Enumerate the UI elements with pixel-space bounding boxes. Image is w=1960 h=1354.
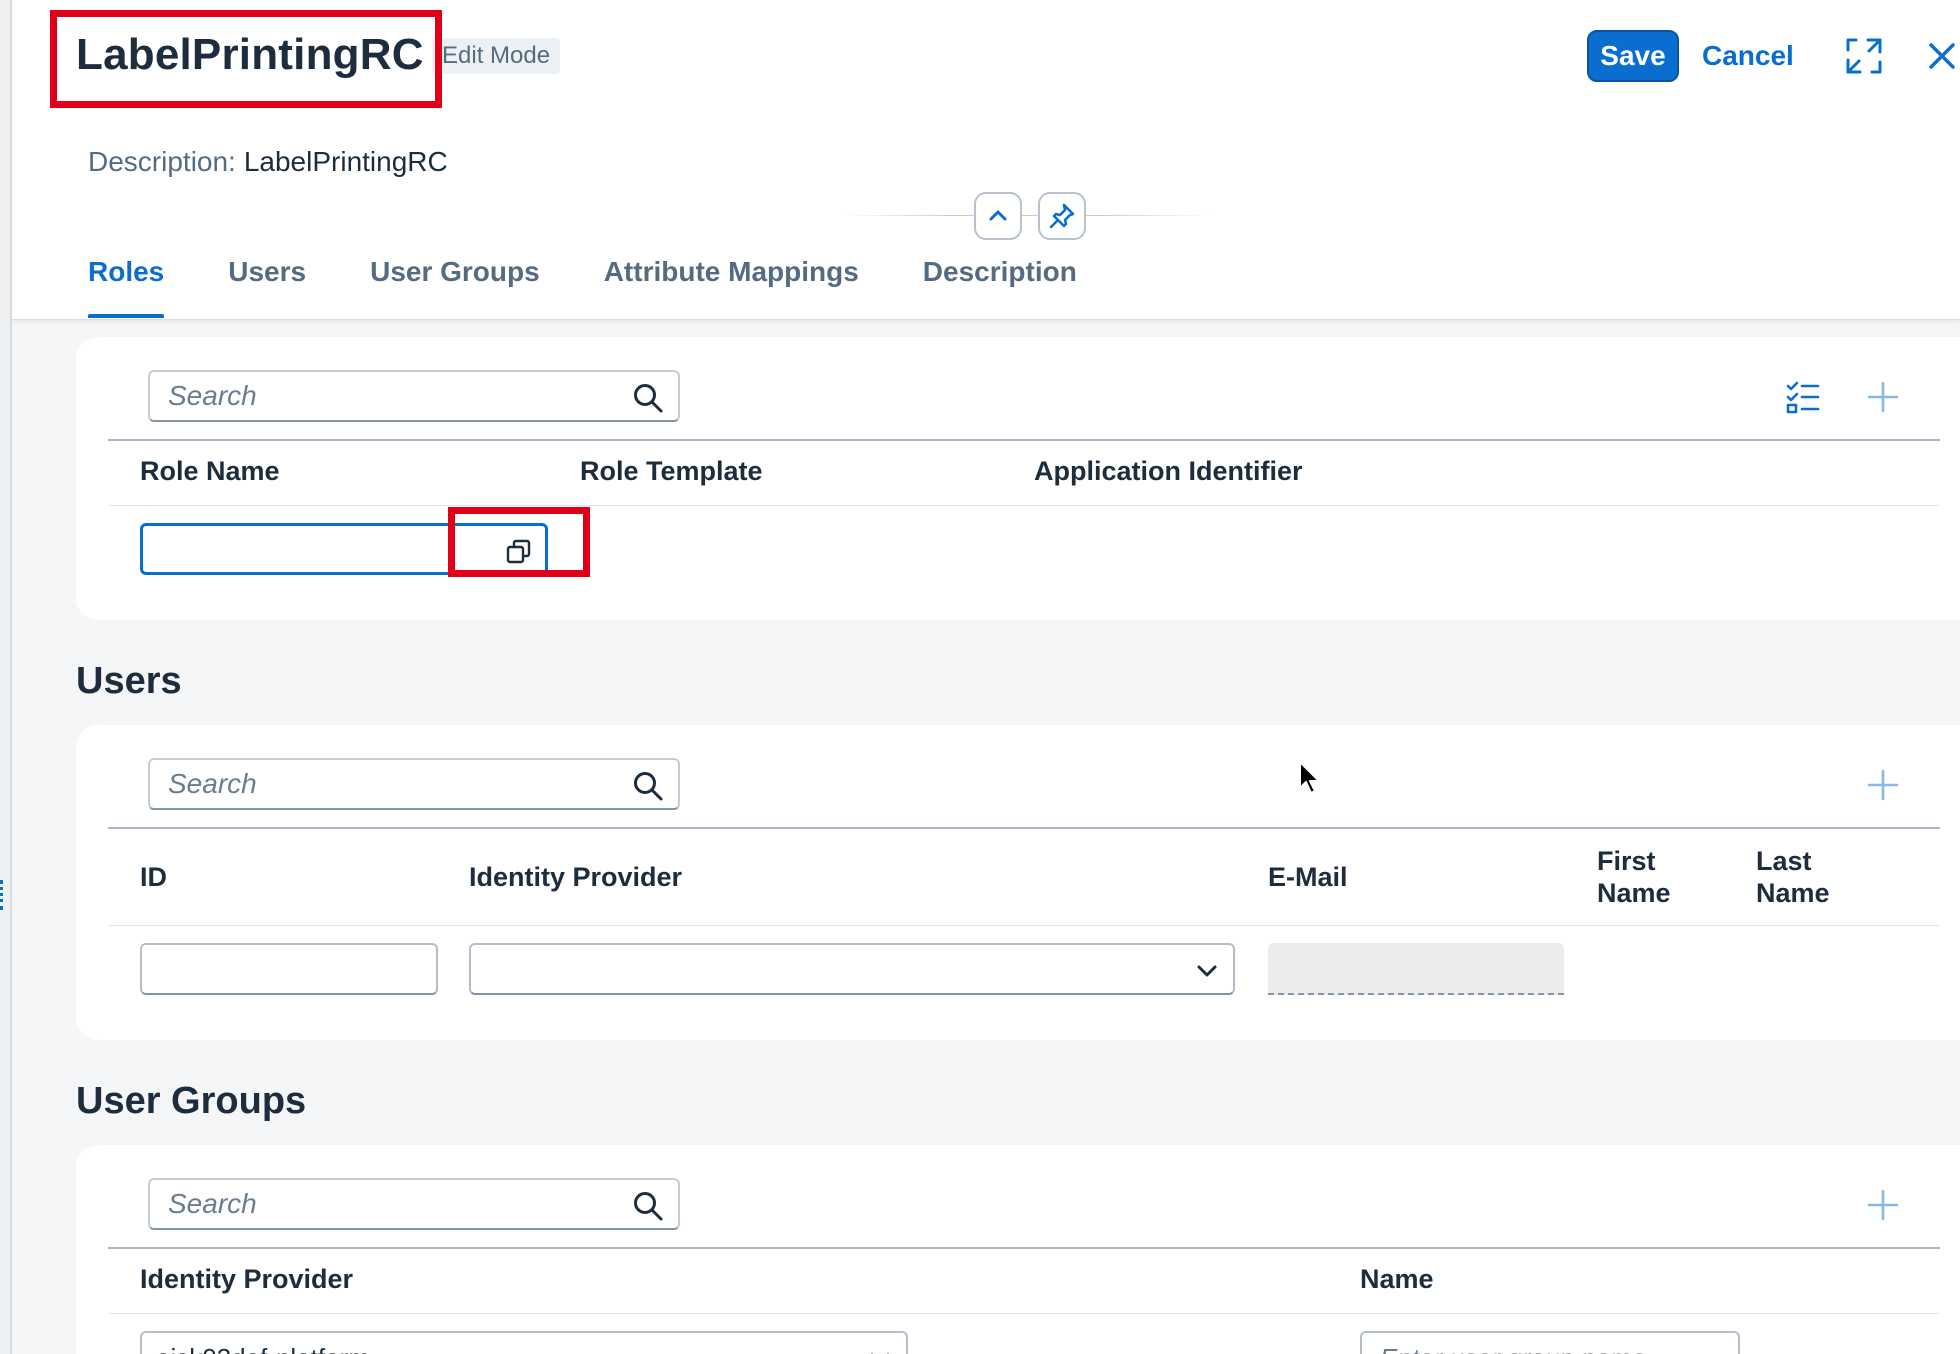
collapse-header-icon xyxy=(989,210,1007,221)
email-field-readonly xyxy=(1268,943,1564,995)
left-rail xyxy=(0,0,12,1354)
toolbar-separator xyxy=(108,1247,1940,1249)
toolbar-separator xyxy=(108,827,1940,829)
users-search-input[interactable] xyxy=(168,760,608,808)
toolbar-separator xyxy=(108,439,1940,441)
expand-icon[interactable] xyxy=(1844,36,1884,76)
header-divider xyxy=(842,215,1212,216)
users-search-field[interactable] xyxy=(148,758,680,810)
group-name-placeholder: Enter user group name xyxy=(1380,1343,1646,1354)
tab-description[interactable]: Description xyxy=(923,256,1077,312)
group-identity-provider-value: ajsk03daf-platform xyxy=(156,1343,370,1354)
description-label: Description: xyxy=(88,146,236,177)
group-identity-provider-select[interactable]: ajsk03daf-platform xyxy=(140,1331,908,1354)
user-groups-section-title: User Groups xyxy=(76,1080,307,1122)
tab-users[interactable]: Users xyxy=(228,256,306,312)
chevron-down-icon[interactable] xyxy=(868,1347,892,1354)
tab-user-groups[interactable]: User Groups xyxy=(370,256,540,312)
search-icon[interactable] xyxy=(632,382,664,414)
description-value: LabelPrintingRC xyxy=(243,146,448,177)
col-group-identity-provider: Identity Provider xyxy=(140,1264,354,1294)
pin-icon xyxy=(1049,203,1075,229)
col-first-name: First Name xyxy=(1597,846,1671,908)
cancel-button[interactable]: Cancel xyxy=(1702,30,1794,82)
title-highlight-box xyxy=(50,10,442,108)
user-groups-search-input[interactable] xyxy=(168,1180,608,1228)
users-table-card: ID Identity Provider E-Mail First Name L… xyxy=(76,725,1960,1040)
users-section-title: Users xyxy=(76,660,182,702)
add-icon[interactable] xyxy=(1866,380,1900,414)
tab-roles[interactable]: Roles xyxy=(88,256,165,318)
col-role-template: Role Template xyxy=(580,456,763,486)
user-groups-table-card: Identity Provider Name ajsk03daf-platfor… xyxy=(76,1145,1960,1354)
pin-header-button[interactable] xyxy=(1038,192,1086,240)
roles-search-input[interactable] xyxy=(168,372,608,420)
header-row-separator xyxy=(108,505,1940,506)
save-button[interactable]: Save xyxy=(1587,30,1679,82)
col-id: ID xyxy=(140,862,167,892)
col-last-name: Last Name xyxy=(1756,846,1830,908)
multi-select-icon[interactable] xyxy=(1786,380,1820,414)
tab-bar: Roles Users User Groups Attribute Mappin… xyxy=(88,256,1141,318)
col-identity-provider: Identity Provider xyxy=(469,862,683,892)
header-row-separator xyxy=(108,1313,1940,1314)
close-icon[interactable] xyxy=(1924,38,1960,74)
search-icon[interactable] xyxy=(632,1190,664,1222)
value-help-highlight-box xyxy=(448,507,590,577)
collapse-header-button[interactable] xyxy=(974,192,1022,240)
add-icon[interactable] xyxy=(1866,1188,1900,1222)
roles-table-card: Role Name Role Template Application Iden… xyxy=(76,337,1960,620)
identity-provider-select[interactable] xyxy=(469,943,1235,995)
chevron-down-icon[interactable] xyxy=(1195,959,1219,983)
user-id-input[interactable] xyxy=(140,943,438,995)
col-application-identifier: Application Identifier xyxy=(1034,456,1303,486)
roles-search-field[interactable] xyxy=(148,370,680,422)
col-group-name: Name xyxy=(1360,1264,1434,1294)
col-email: E-Mail xyxy=(1268,862,1348,892)
add-icon[interactable] xyxy=(1866,768,1900,802)
description-row: Description: LabelPrintingRC xyxy=(88,146,448,178)
search-icon[interactable] xyxy=(632,770,664,802)
resize-grip[interactable] xyxy=(0,880,3,910)
header-row-separator xyxy=(108,925,1940,926)
col-role-name: Role Name xyxy=(140,456,280,486)
user-groups-search-field[interactable] xyxy=(148,1178,680,1230)
tab-attribute-mappings[interactable]: Attribute Mappings xyxy=(604,256,859,312)
edit-mode-badge: Edit Mode xyxy=(432,38,561,74)
mouse-cursor xyxy=(1299,761,1320,794)
group-name-input[interactable]: Enter user group name xyxy=(1360,1331,1740,1354)
